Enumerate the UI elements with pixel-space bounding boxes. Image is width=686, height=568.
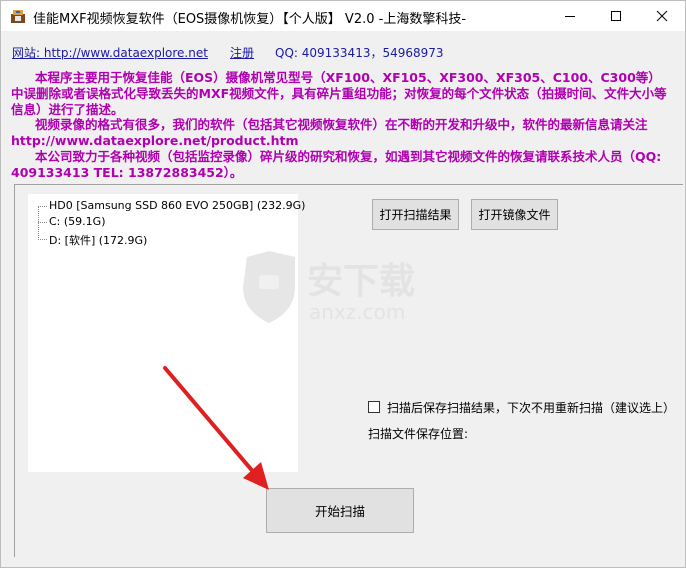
title-bar: 佳能MXF视频恢复软件（EOS摄像机恢复）【个人版】 V2.0 -上海数擎科技- — [1, 1, 685, 31]
description-paragraph-1: 本程序主要用于恢复佳能（EOS）摄像机常见型号（XF100、XF105、XF30… — [11, 70, 667, 117]
save-after-scan-label: 扫描后保存扫描结果，下次不用重新扫描（建议选上） — [387, 401, 676, 415]
app-window: 佳能MXF视频恢复软件（EOS摄像机恢复）【个人版】 V2.0 -上海数擎科技-… — [0, 0, 686, 568]
close-button[interactable] — [639, 1, 685, 31]
description-paragraph-2: 视频录像的格式有很多，我们的软件（包括其它视频恢复软件）在不断的开发和升级中，软… — [11, 117, 648, 149]
start-scan-button[interactable]: 开始扫描 — [266, 488, 414, 533]
info-area: 网站: http://www.dataexplore.net 注册 QQ: 40… — [1, 31, 685, 181]
window-title: 佳能MXF视频恢复软件（EOS摄像机恢复）【个人版】 V2.0 -上海数擎科技- — [33, 12, 467, 27]
minimize-icon — [565, 16, 575, 17]
tree-item-label: HD0 [Samsung SSD 860 EVO 250GB] (232.9G) — [49, 199, 306, 212]
app-icon — [10, 8, 26, 24]
annotation-arrow — [163, 366, 269, 490]
open-scan-result-button[interactable]: 打开扫描结果 — [372, 199, 459, 230]
maximize-button[interactable] — [593, 1, 639, 31]
website-link[interactable]: 网站: http://www.dataexplore.net — [12, 44, 208, 61]
save-location-label: 扫描文件保存位置: — [368, 427, 469, 441]
watermark-text: 安下载 — [307, 261, 415, 302]
save-after-scan-checkbox[interactable] — [368, 401, 380, 413]
register-link[interactable]: 注册 — [230, 44, 254, 61]
description-text: 本程序主要用于恢复佳能（EOS）摄像机常见型号（XF100、XF105、XF30… — [11, 70, 671, 181]
tree-item-label: C: (59.1G) — [49, 215, 106, 228]
qq-contact: QQ: 409133413，54968973 — [275, 46, 444, 60]
description-paragraph-3: 本公司致力于各种视频（包括监控录像）碎片级的研究和恢复，如遇到其它视频文件的恢复… — [11, 148, 662, 180]
open-image-file-button[interactable]: 打开镜像文件 — [471, 199, 558, 230]
watermark-logo: 安下载 anxz.com — [243, 251, 415, 324]
minimize-button[interactable] — [547, 1, 593, 31]
tree-item-label: D: [软件] (172.9G) — [49, 234, 148, 247]
maximize-icon — [611, 11, 621, 21]
close-icon — [656, 10, 668, 22]
watermark-subtext: anxz.com — [309, 300, 405, 324]
